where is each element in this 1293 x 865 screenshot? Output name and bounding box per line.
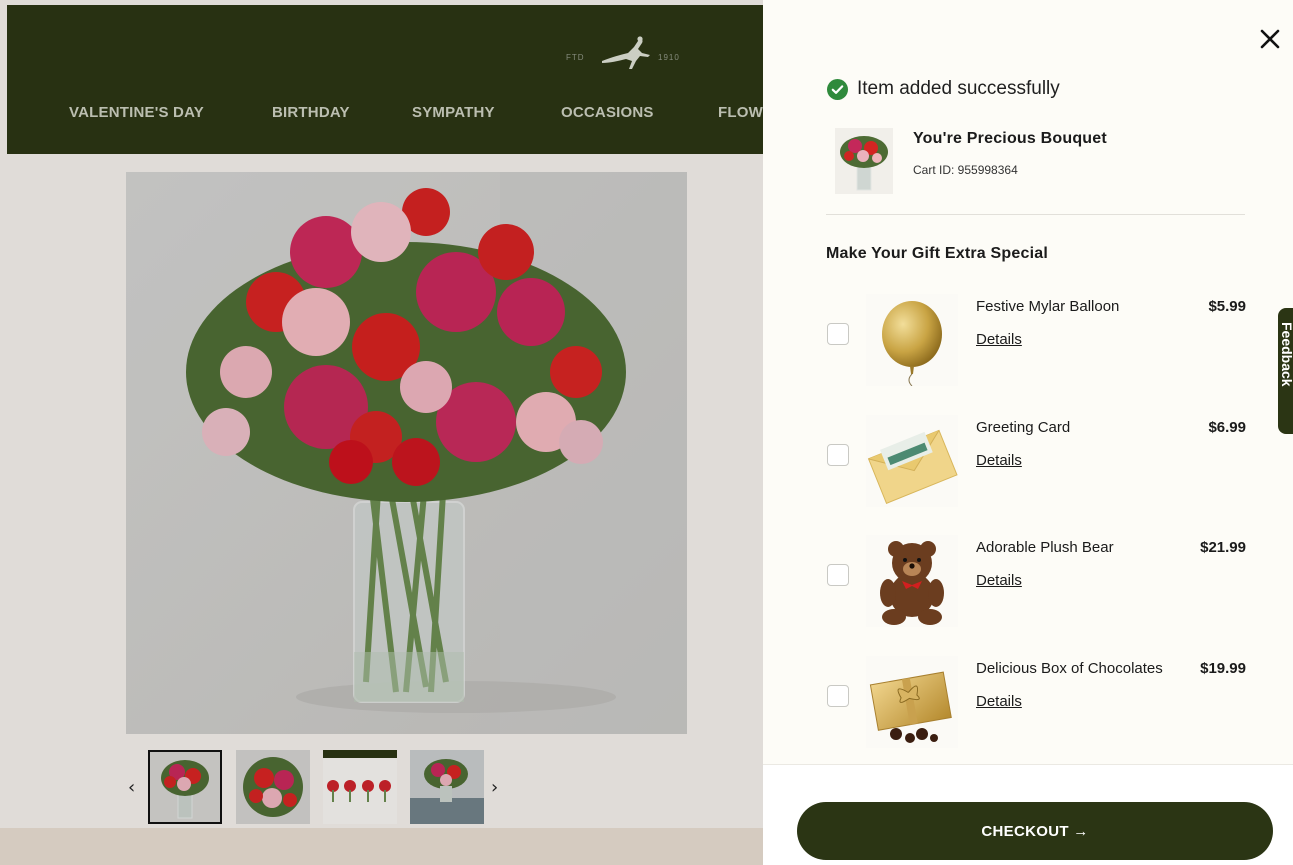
addon-price: $5.99 (1208, 298, 1246, 315)
modal-backdrop[interactable] (0, 0, 763, 865)
addon-price: $21.99 (1200, 539, 1246, 556)
addon-greeting-card: Greeting Card Details $6.99 (826, 415, 1246, 525)
addon-plush-bear: Adorable Plush Bear Details $21.99 (826, 535, 1246, 645)
bear-icon (880, 541, 944, 625)
success-message: Item added successfully (857, 78, 1060, 99)
added-item-image (835, 128, 893, 194)
cart-id: Cart ID: 955998364 (913, 163, 1018, 177)
chocolates-image (866, 656, 958, 748)
feedback-label: Feedback (1279, 322, 1293, 387)
addon-details-link[interactable]: Details (976, 572, 1022, 589)
chocolate-box-icon (869, 671, 952, 743)
plush-bear-image (866, 535, 958, 627)
addon-checkbox-greeting-card[interactable] (827, 444, 849, 466)
bouquet-thumb-icon (835, 128, 893, 194)
close-button[interactable] (1255, 24, 1285, 54)
checkout-button[interactable]: CHECKOUT → (797, 802, 1273, 860)
added-item-name: You're Precious Bouquet (913, 130, 1107, 147)
upsell-title: Make Your Gift Extra Special (826, 245, 1048, 262)
addon-checkbox-plush-bear[interactable] (827, 564, 849, 586)
addon-balloon: Festive Mylar Balloon Details $5.99 (826, 294, 1246, 404)
addon-details-link[interactable]: Details (976, 331, 1022, 348)
addon-name: Greeting Card (976, 419, 1071, 436)
addon-price: $19.99 (1200, 660, 1246, 677)
addon-checkbox-chocolates[interactable] (827, 685, 849, 707)
balloon-icon (882, 301, 942, 387)
divider (826, 214, 1245, 215)
addon-checkbox-balloon[interactable] (827, 323, 849, 345)
checkout-bar: CHECKOUT → (763, 764, 1293, 865)
balloon-image (866, 294, 958, 387)
addon-details-link[interactable]: Details (976, 452, 1022, 469)
feedback-tab[interactable]: Feedback (1278, 308, 1293, 434)
addon-chocolates: Delicious Box of Chocolates Details $19.… (826, 656, 1246, 766)
greeting-card-image (866, 415, 958, 507)
success-banner: Item added successfully (827, 78, 1060, 100)
addon-name: Adorable Plush Bear (976, 539, 1114, 556)
addon-details-link[interactable]: Details (976, 693, 1022, 710)
addon-name: Delicious Box of Chocolates (976, 660, 1163, 677)
check-circle-icon (827, 78, 848, 100)
greeting-card-icon (867, 429, 958, 504)
addon-price: $6.99 (1208, 419, 1246, 436)
addon-name: Festive Mylar Balloon (976, 298, 1120, 315)
cart-drawer: Item added successfully You're Precious … (763, 0, 1293, 865)
close-icon (1260, 29, 1280, 49)
